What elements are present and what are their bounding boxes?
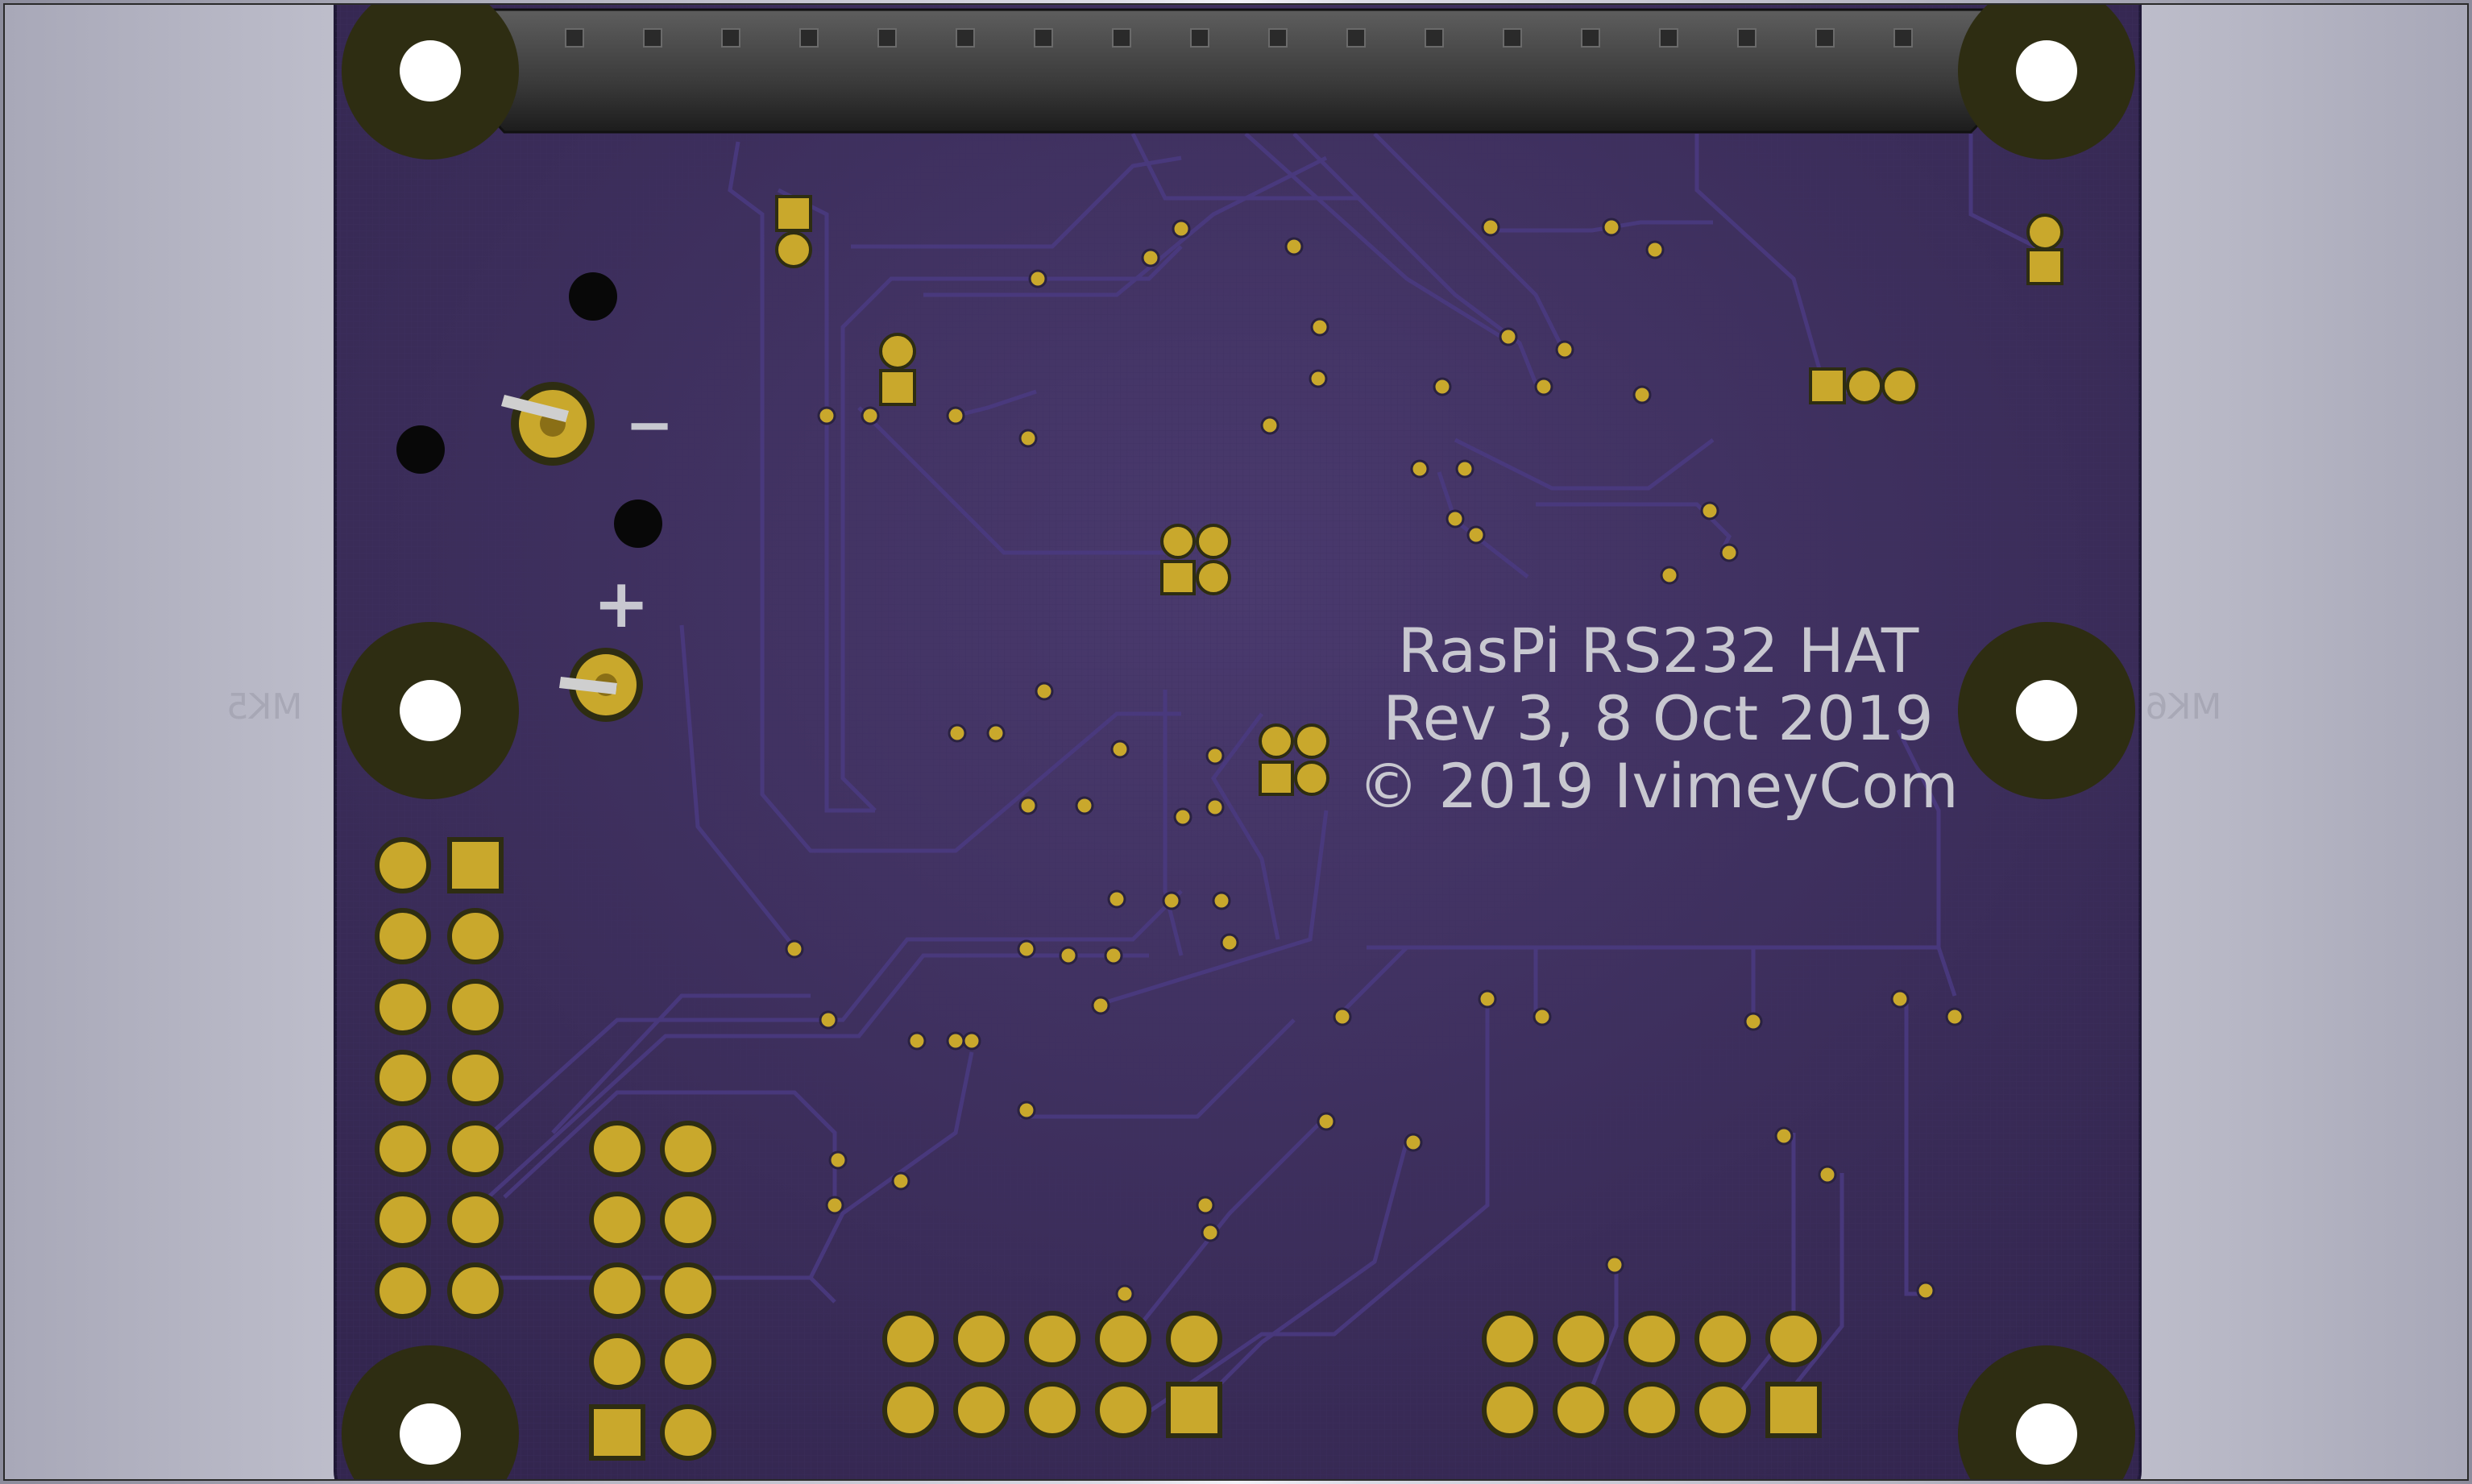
pcb-board-bottom-view: − + MK5 MK6 RasPi RS232 HAT Rev 3, 8 Oct… xyxy=(226,5,2222,1479)
gpio-header-connector xyxy=(448,8,2030,134)
mounting-hole-mid-right xyxy=(1958,622,2135,799)
silk-plus-sign: + xyxy=(593,564,649,643)
board-title-block: RasPi RS232 HAT Rev 3, 8 Oct 2019 © 2019… xyxy=(1358,615,1959,822)
board-title-line-1: RasPi RS232 HAT xyxy=(1398,615,1919,686)
silk-mk6-label: MK6 xyxy=(2146,686,2222,727)
board-title-line-2: Rev 3, 8 Oct 2019 xyxy=(1383,682,1933,754)
silk-mk5-label: MK5 xyxy=(226,686,303,727)
3d-viewer-viewport[interactable]: − + MK5 MK6 RasPi RS232 HAT Rev 3, 8 Oct… xyxy=(3,3,2469,1481)
board-title-line-3: © 2019 IvimeyCom xyxy=(1358,750,1959,822)
silk-minus-sign: − xyxy=(625,391,674,458)
mounting-hole-mid-left xyxy=(342,622,519,799)
